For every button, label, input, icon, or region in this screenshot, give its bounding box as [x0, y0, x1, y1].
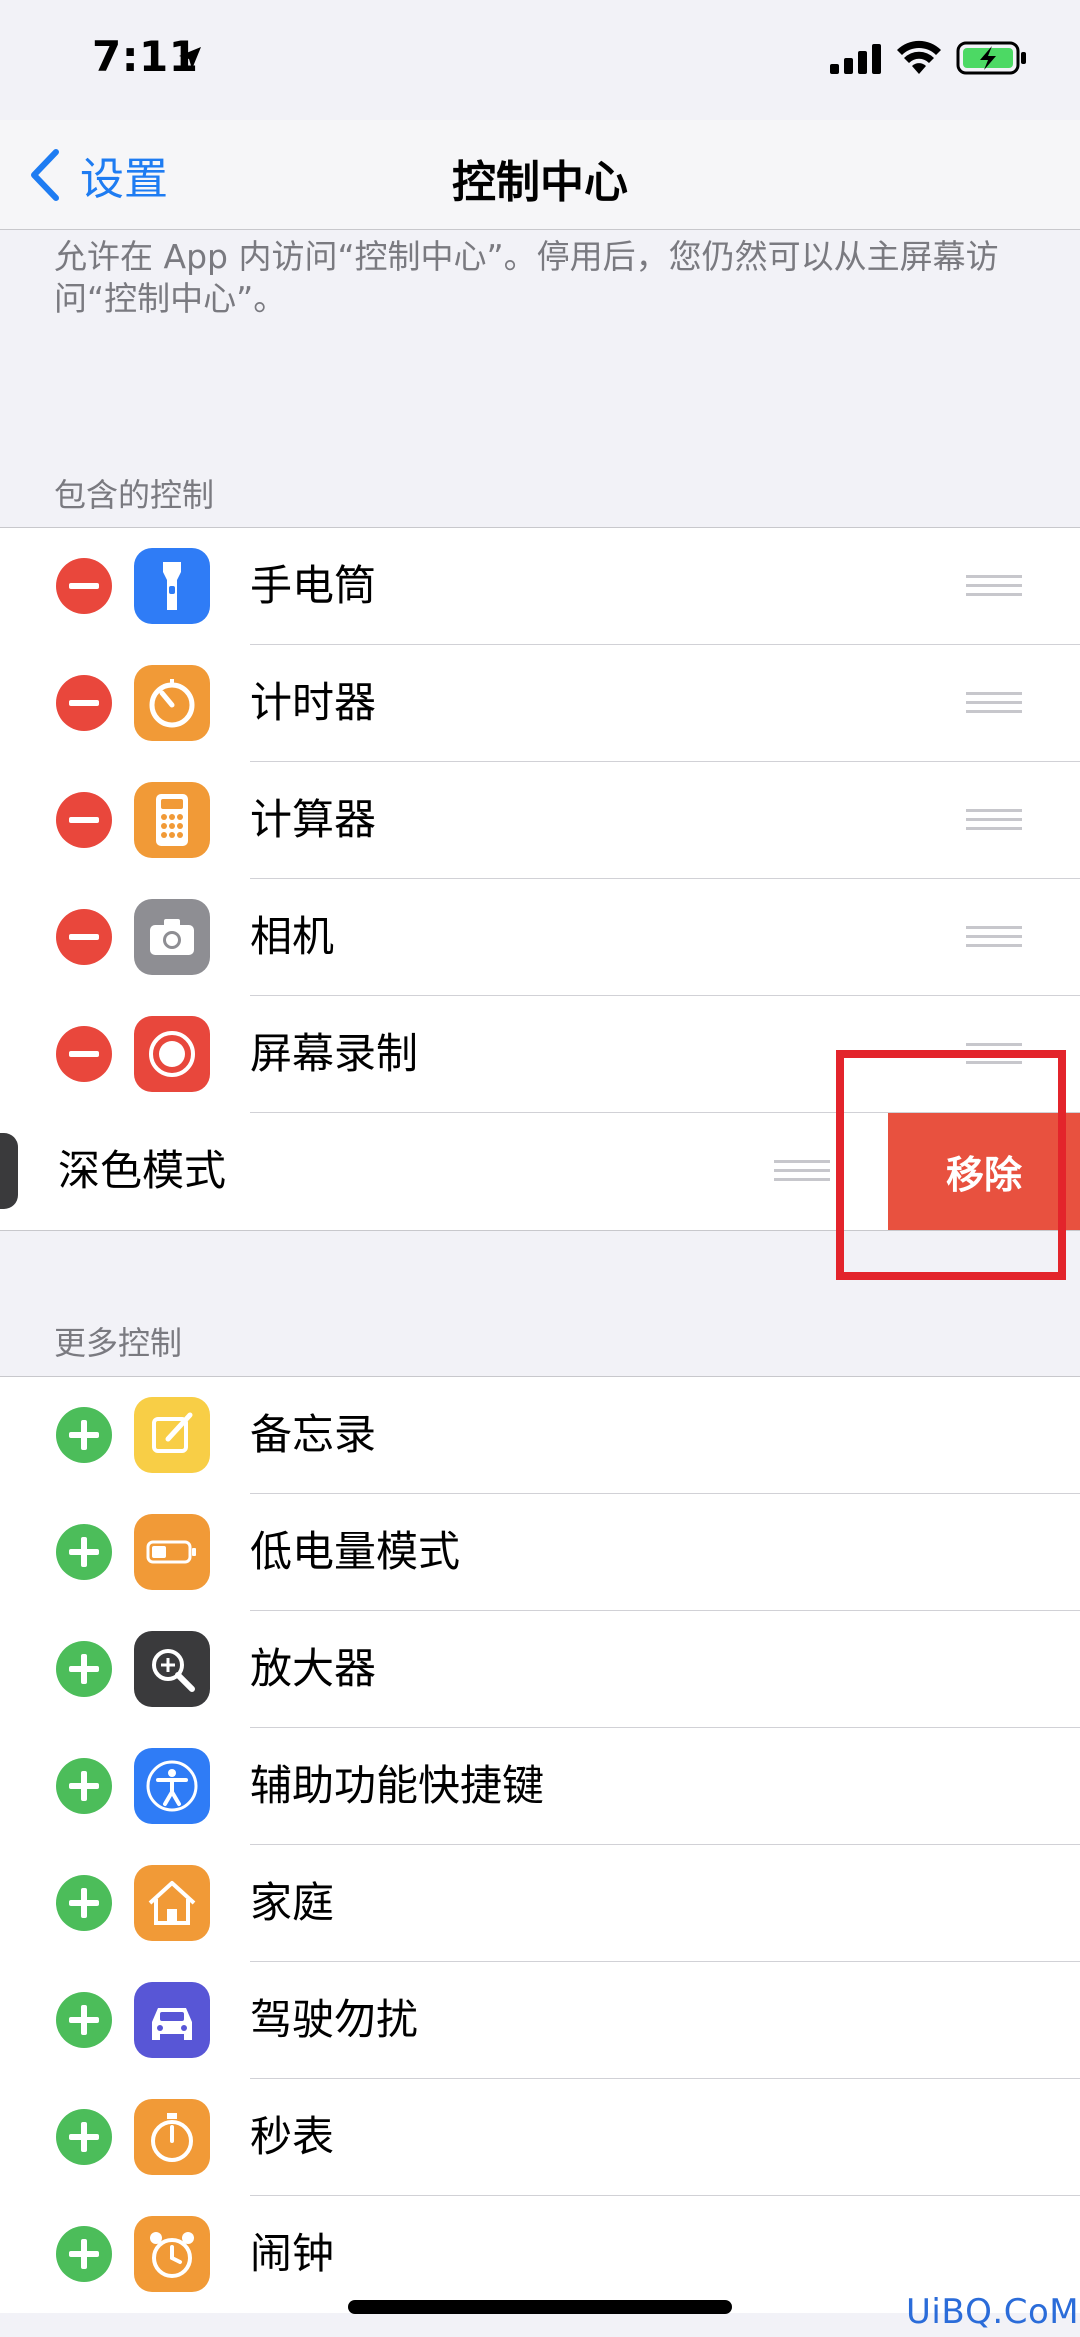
row-label: 家庭: [250, 1878, 335, 1927]
add-button[interactable]: [56, 1992, 112, 2048]
alarm-icon: [134, 2216, 210, 2292]
battery-charging-icon: [956, 41, 1026, 75]
home-indicator[interactable]: [348, 2300, 732, 2314]
list-item-magnifier: 放大器: [0, 1611, 1080, 1728]
add-button[interactable]: [56, 1407, 112, 1463]
screen-record-icon: [134, 1016, 210, 1092]
row-label: 低电量模式: [250, 1527, 461, 1576]
section-header-included: 包含的控制: [54, 476, 215, 514]
list-item-home: 家庭: [0, 1845, 1080, 1962]
highlight-annotation-box: [836, 1050, 1066, 1280]
remove-button[interactable]: [56, 909, 112, 965]
row-label: 闹钟: [250, 2229, 335, 2278]
reorder-handle[interactable]: [966, 575, 1022, 599]
control-center-settings-screen: 7:11 设置 控制中心 允许在 App 内访问“控制中心”。停用后，您仍然可以…: [0, 0, 1080, 2337]
list-item-calculator: 计算器: [0, 762, 1080, 879]
low-power-icon: [134, 1514, 210, 1590]
row-label: 计算器: [250, 795, 377, 844]
row-label: 辅助功能快捷键: [250, 1761, 545, 1810]
reorder-handle[interactable]: [966, 692, 1022, 716]
row-label: 备忘录: [250, 1410, 377, 1459]
stopwatch-icon: [134, 2099, 210, 2175]
list-item-flashlight: 手电筒: [0, 528, 1080, 645]
accessibility-icon: [134, 1748, 210, 1824]
row-label: 深色模式: [58, 1146, 227, 1195]
watermark: UiBQ.CoM: [906, 2292, 1080, 2332]
timer-icon: [134, 665, 210, 741]
calculator-icon: [134, 782, 210, 858]
add-button[interactable]: [56, 2226, 112, 2282]
add-button[interactable]: [56, 2109, 112, 2165]
reorder-handle[interactable]: [966, 926, 1022, 950]
page-title: 控制中心: [452, 157, 628, 208]
car-icon: [134, 1982, 210, 2058]
dark-mode-icon: [0, 1133, 18, 1209]
add-button[interactable]: [56, 1758, 112, 1814]
row-label: 屏幕录制: [250, 1029, 419, 1078]
row-label: 计时器: [250, 678, 377, 727]
camera-icon: [134, 899, 210, 975]
navigation-bar: 设置 控制中心: [0, 120, 1080, 230]
wifi-icon: [897, 40, 941, 74]
row-label: 驾驶勿扰: [250, 1995, 419, 2044]
row-label: 秒表: [250, 2112, 335, 2161]
remove-button[interactable]: [56, 792, 112, 848]
list-item-driving-focus: 驾驶勿扰: [0, 1962, 1080, 2079]
section-header-more: 更多控制: [54, 1324, 183, 1362]
list-item-accessibility: 辅助功能快捷键: [0, 1728, 1080, 1845]
home-icon: [134, 1865, 210, 1941]
row-label: 手电筒: [250, 561, 377, 610]
list-item-camera: 相机: [0, 879, 1080, 996]
list-item-stopwatch: 秒表: [0, 2079, 1080, 2196]
flashlight-icon: [134, 548, 210, 624]
list-item-notes: 备忘录: [0, 1377, 1080, 1494]
add-button[interactable]: [56, 1875, 112, 1931]
more-controls-list: 备忘录 低电量模式 放大器 辅助功能快捷键 家庭 驾驶勿扰 秒表 闹钟: [0, 1376, 1080, 2313]
row-label: 相机: [250, 912, 335, 961]
row-label: 放大器: [250, 1644, 377, 1693]
location-arrow-icon: [179, 47, 201, 69]
cellular-signal-icon: [830, 44, 881, 74]
remove-button[interactable]: [56, 675, 112, 731]
remove-button[interactable]: [56, 558, 112, 614]
remove-button[interactable]: [56, 1026, 112, 1082]
list-item-low-power: 低电量模式: [0, 1494, 1080, 1611]
access-description: 允许在 App 内访问“控制中心”。停用后，您仍然可以从主屏幕访问“控制中心”。: [54, 237, 999, 318]
notes-icon: [134, 1397, 210, 1473]
magnifier-icon: [134, 1631, 210, 1707]
add-button[interactable]: [56, 1641, 112, 1697]
list-item-timer: 计时器: [0, 645, 1080, 762]
reorder-handle[interactable]: [966, 809, 1022, 833]
reorder-handle[interactable]: [774, 1160, 830, 1184]
add-button[interactable]: [56, 1524, 112, 1580]
status-bar: 7:11: [0, 0, 1080, 120]
